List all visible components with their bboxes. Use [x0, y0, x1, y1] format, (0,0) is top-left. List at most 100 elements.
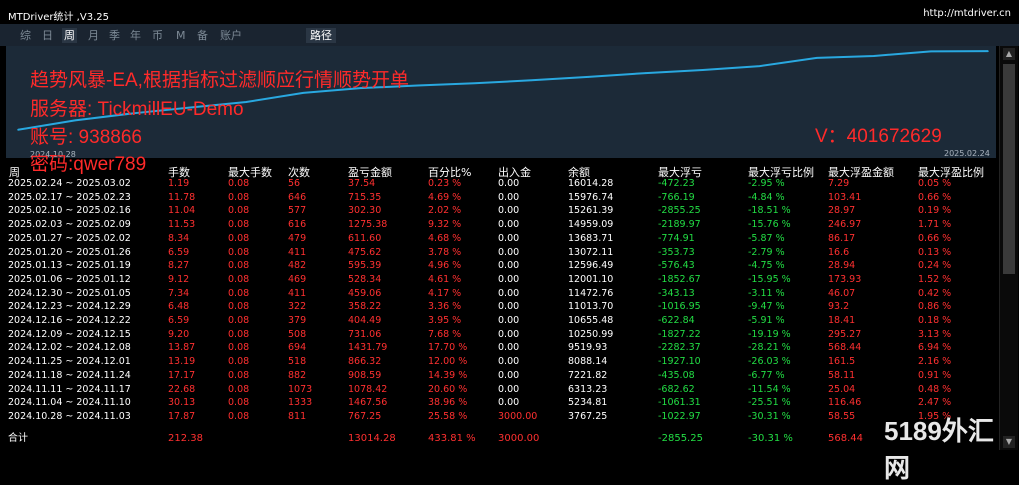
table-cell: 3.36 % [428, 301, 462, 313]
table-row[interactable]: 2024.12.02 ~ 2024.12.08 13.87 0.08 694 1431.… [6, 342, 996, 354]
scroll-up-icon[interactable]: ▲ [1003, 48, 1015, 60]
table-cell: 3000.00 [498, 410, 538, 422]
table-row[interactable]: 2024.11.04 ~ 2024.11.10 30.13 0.08 1333 1467… [6, 397, 996, 409]
tab-1[interactable]: 日 [40, 28, 55, 43]
total-cell: 212.38 [168, 433, 203, 444]
table-cell: -1927.10 [658, 356, 701, 368]
table-cell: 2025.01.06 ~ 2025.01.12 [8, 273, 131, 285]
table-cell: 3767.25 [568, 410, 608, 422]
table-cell: 173.93 [828, 273, 862, 285]
overlay-ea-description: 趋势风暴-EA,根据指标过滤顺应行情顺势开单 [30, 70, 409, 91]
table-cell: 2024.11.25 ~ 2024.12.01 [8, 356, 131, 368]
table-cell: 0.23 % [428, 178, 462, 189]
table-cell: 411 [288, 287, 307, 299]
table-cell: 611.60 [348, 232, 382, 244]
table-cell: 9.32 % [428, 219, 462, 231]
overlay-contact: V：401672629 [815, 126, 942, 147]
table-row[interactable]: 2025.02.03 ~ 2025.02.09 11.53 0.08 616 1275.… [6, 219, 996, 231]
table-cell: -622.84 [658, 315, 695, 326]
table-cell: 0.08 [228, 205, 250, 217]
table-cell: 18.41 [828, 315, 856, 326]
table-cell: -766.19 [658, 191, 695, 203]
table-row[interactable]: 2025.01.27 ~ 2025.02.02 8.34 0.08 479 611.60… [6, 233, 996, 245]
table-cell: 0.08 [228, 287, 250, 299]
table-cell: 7.29 [828, 178, 850, 189]
table-row[interactable]: 2024.12.23 ~ 2024.12.29 6.48 0.08 322 358.22… [6, 301, 996, 313]
table-cell: 322 [288, 301, 307, 313]
table-row[interactable]: 2024.11.25 ~ 2024.12.01 13.19 0.08 518 866.3… [6, 356, 996, 368]
tab-5[interactable]: 年 [128, 28, 143, 43]
scrollbar[interactable]: ▲ ▼ [999, 46, 1018, 450]
overlay-server: 服务器: TickmillEU-Demo [30, 99, 244, 120]
balance-point [758, 65, 761, 67]
table-cell: 58.11 [828, 369, 856, 381]
tab-2[interactable]: 周 [62, 28, 77, 43]
table-row[interactable]: 2024.12.30 ~ 2025.01.05 7.34 0.08 411 459.06… [6, 288, 996, 300]
table-row[interactable]: 2025.01.06 ~ 2025.01.12 9.12 0.08 469 528.34… [6, 274, 996, 286]
table-cell: -5.91 % [748, 315, 785, 326]
table-cell: 6.48 [168, 301, 190, 313]
table-row[interactable]: 2025.02.10 ~ 2025.02.16 11.04 0.08 577 302.3… [6, 205, 996, 217]
table-cell: 4.69 % [428, 191, 462, 203]
table-cell: 0.24 % [918, 260, 952, 272]
table-cell: 13.19 [168, 356, 196, 368]
table-cell: 0.00 [498, 273, 520, 285]
table-cell: 2.47 % [918, 397, 952, 409]
table-cell: 882 [288, 369, 307, 381]
table-cell: 16014.28 [568, 178, 614, 189]
table-cell: 8.27 [168, 260, 190, 272]
table-row[interactable]: 2024.11.11 ~ 2024.11.17 22.68 0.08 1073 1078… [6, 384, 996, 396]
tab-0[interactable]: 综 [18, 28, 33, 43]
balance-point [701, 69, 704, 71]
table-cell: -30.31 % [748, 410, 791, 422]
tab-7[interactable]: M [174, 28, 188, 43]
table-cell: 0.13 % [918, 246, 952, 258]
table-row[interactable]: 2024.11.18 ~ 2024.11.24 17.17 0.08 882 908.5… [6, 370, 996, 382]
table-cell: 93.2 [828, 301, 850, 313]
scroll-thumb[interactable] [1003, 64, 1015, 274]
table-row[interactable]: 2025.01.20 ~ 2025.01.26 6.59 0.08 411 475.62… [6, 247, 996, 259]
balance-point [587, 76, 590, 78]
tab-9[interactable]: 账户 [218, 28, 244, 43]
tab-3[interactable]: 月 [86, 28, 101, 43]
table-cell: 25.04 [828, 383, 856, 395]
table-row[interactable]: 2025.02.24 ~ 2025.03.02 1.19 0.08 56 37.54 0.… [6, 178, 996, 190]
table-cell: -15.76 % [748, 219, 791, 231]
table-cell: 11013.70 [568, 301, 614, 313]
table-cell: -1061.31 [658, 397, 701, 409]
table-row[interactable]: 2024.12.09 ~ 2024.12.15 9.20 0.08 508 731.06… [6, 329, 996, 341]
table-cell: 2024.12.30 ~ 2025.01.05 [8, 287, 131, 299]
table-cell: 11472.76 [568, 287, 614, 299]
total-cell: 13014.28 [348, 433, 396, 444]
table-cell: 28.97 [828, 205, 856, 217]
total-cell: 合计 [8, 433, 28, 444]
table-cell: -1827.22 [658, 328, 701, 340]
table-cell: -4.75 % [748, 260, 785, 272]
table-row[interactable]: 2024.10.28 ~ 2024.11.03 17.87 0.08 811 767.2… [6, 411, 996, 423]
table-cell: 0.00 [498, 219, 520, 231]
tab-4[interactable]: 季 [107, 28, 122, 43]
table-cell: 13.87 [168, 342, 196, 354]
table-cell: 0.08 [228, 260, 250, 272]
table-row[interactable]: 2025.01.13 ~ 2025.01.19 8.27 0.08 482 595.39… [6, 260, 996, 272]
table-cell: 8.34 [168, 232, 190, 244]
tab-8[interactable]: 备 [195, 28, 210, 43]
table-cell: 0.00 [498, 397, 520, 409]
table-cell: 3.95 % [428, 315, 462, 326]
table-cell: -26.03 % [748, 356, 791, 368]
balance-point [302, 92, 305, 94]
website-url[interactable]: http://mtdriver.cn [923, 8, 1011, 19]
table-cell: 0.08 [228, 356, 250, 368]
table-cell: 595.39 [348, 260, 382, 272]
table-cell: -1016.95 [658, 301, 701, 313]
tab-route[interactable]: 路径 [306, 28, 336, 43]
total-cell: 568.44 [828, 433, 863, 444]
table-cell: 10655.48 [568, 315, 614, 326]
balance-point [530, 79, 533, 82]
weekly-stats-table: 周手数 最大手数 次数 盈亏金额 百分比% 出入金 余额 最大浮亏 最大浮亏比例 最大浮盈金额 最大… [6, 164, 996, 448]
table-row[interactable]: 2025.02.17 ~ 2025.02.23 11.78 0.08 646 715.3… [6, 192, 996, 204]
table-cell: 0.42 % [918, 287, 952, 299]
table-row[interactable]: 2024.12.16 ~ 2024.12.22 6.59 0.08 379 404.49… [6, 315, 996, 327]
tab-6[interactable]: 币 [150, 28, 165, 43]
watermark-logo: 5189外汇网 [884, 416, 994, 483]
